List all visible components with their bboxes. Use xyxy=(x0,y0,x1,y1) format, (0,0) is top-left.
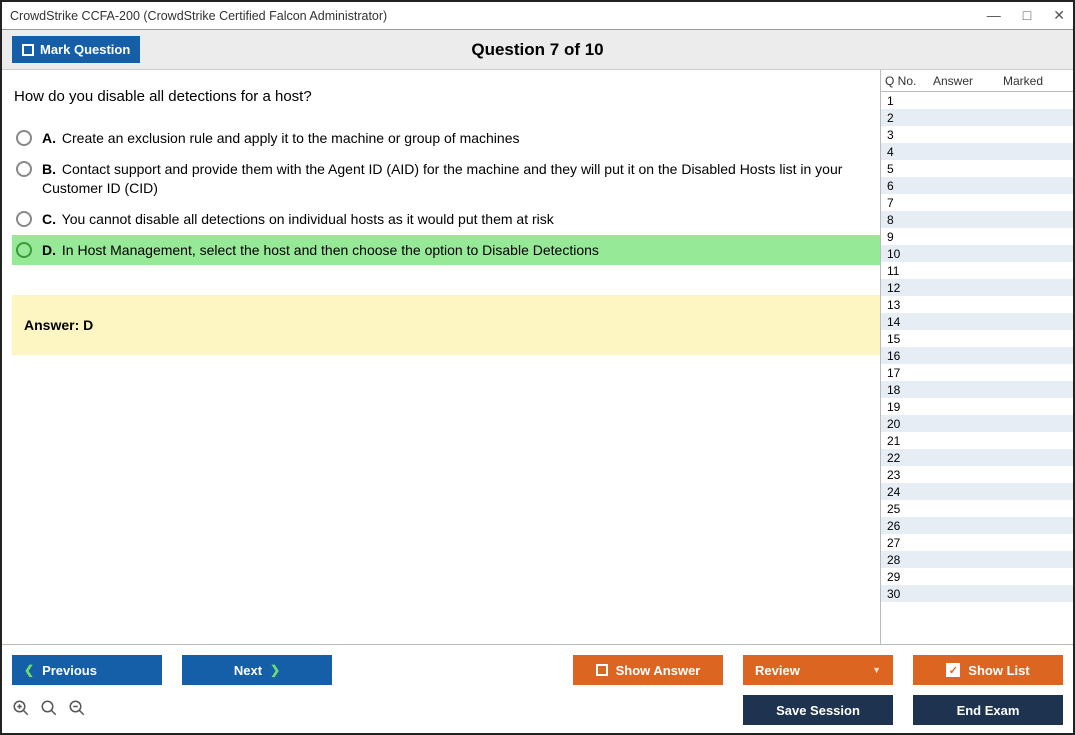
col-qno: Q No. xyxy=(885,74,933,88)
options-list: A. Create an exclusion rule and apply it… xyxy=(12,123,880,265)
list-item[interactable]: 26 xyxy=(881,517,1073,534)
option-text: A. Create an exclusion rule and apply it… xyxy=(42,129,520,148)
chevron-left-icon: ❮ xyxy=(24,663,34,677)
col-marked: Marked xyxy=(1003,74,1063,88)
list-item[interactable]: 27 xyxy=(881,534,1073,551)
option-text: B. Contact support and provide them with… xyxy=(42,160,872,198)
question-counter: Question 7 of 10 xyxy=(2,40,1073,60)
app-window: CrowdStrike CCFA-200 (CrowdStrike Certif… xyxy=(0,0,1075,735)
list-item[interactable]: 18 xyxy=(881,381,1073,398)
previous-button[interactable]: ❮ Previous xyxy=(12,655,162,685)
list-item[interactable]: 25 xyxy=(881,500,1073,517)
save-session-button[interactable]: Save Session xyxy=(743,695,893,725)
zoom-in-icon[interactable] xyxy=(12,699,30,722)
list-item[interactable]: 12 xyxy=(881,279,1073,296)
chevron-right-icon: ❯ xyxy=(270,663,280,677)
list-item[interactable]: 20 xyxy=(881,415,1073,432)
list-item[interactable]: 3 xyxy=(881,126,1073,143)
list-item[interactable]: 17 xyxy=(881,364,1073,381)
footer-row-1: ❮ Previous Next ❯ Show Answer Review ▼ ✓… xyxy=(12,655,1063,685)
end-exam-label: End Exam xyxy=(957,703,1020,718)
list-item[interactable]: 6 xyxy=(881,177,1073,194)
zoom-out-icon[interactable] xyxy=(68,699,86,722)
main-panel: How do you disable all detections for a … xyxy=(2,70,880,644)
question-text: How do you disable all detections for a … xyxy=(14,88,880,105)
question-list[interactable]: 1234567891011121314151617181920212223242… xyxy=(881,92,1073,644)
list-item[interactable]: 16 xyxy=(881,347,1073,364)
mark-question-button[interactable]: Mark Question xyxy=(12,36,140,63)
show-answer-button[interactable]: Show Answer xyxy=(573,655,723,685)
previous-label: Previous xyxy=(42,663,97,678)
list-item[interactable]: 2 xyxy=(881,109,1073,126)
checkbox-empty-icon xyxy=(596,664,608,676)
list-item[interactable]: 4 xyxy=(881,143,1073,160)
body: How do you disable all detections for a … xyxy=(2,70,1073,644)
checkbox-empty-icon xyxy=(22,44,34,56)
review-button[interactable]: Review ▼ xyxy=(743,655,893,685)
list-item[interactable]: 19 xyxy=(881,398,1073,415)
question-list-panel: Q No. Answer Marked 12345678910111213141… xyxy=(880,70,1073,644)
list-item[interactable]: 30 xyxy=(881,585,1073,602)
end-exam-button[interactable]: End Exam xyxy=(913,695,1063,725)
list-item[interactable]: 29 xyxy=(881,568,1073,585)
list-item[interactable]: 8 xyxy=(881,211,1073,228)
next-label: Next xyxy=(234,663,262,678)
footer: ❮ Previous Next ❯ Show Answer Review ▼ ✓… xyxy=(2,644,1073,733)
list-item[interactable]: 22 xyxy=(881,449,1073,466)
titlebar: CrowdStrike CCFA-200 (CrowdStrike Certif… xyxy=(2,2,1073,30)
list-item[interactable]: 9 xyxy=(881,228,1073,245)
radio-icon xyxy=(16,130,32,146)
save-session-label: Save Session xyxy=(776,703,860,718)
answer-box: Answer: D xyxy=(12,295,880,355)
zoom-controls xyxy=(12,699,86,722)
col-answer: Answer xyxy=(933,74,1003,88)
show-list-label: Show List xyxy=(968,663,1029,678)
list-item[interactable]: 10 xyxy=(881,245,1073,262)
window-controls: — □ ✕ xyxy=(987,7,1065,24)
list-item[interactable]: 21 xyxy=(881,432,1073,449)
option-d[interactable]: D. In Host Management, select the host a… xyxy=(12,235,880,266)
list-item[interactable]: 5 xyxy=(881,160,1073,177)
list-item[interactable]: 23 xyxy=(881,466,1073,483)
review-label: Review xyxy=(755,663,800,678)
option-text: D. In Host Management, select the host a… xyxy=(42,241,599,260)
radio-icon xyxy=(16,242,32,258)
caret-down-icon: ▼ xyxy=(872,665,881,675)
window-title: CrowdStrike CCFA-200 (CrowdStrike Certif… xyxy=(10,9,387,23)
mark-question-label: Mark Question xyxy=(40,42,130,57)
answer-label: Answer: D xyxy=(24,317,93,333)
zoom-reset-icon[interactable] xyxy=(40,699,58,722)
show-list-button[interactable]: ✓ Show List xyxy=(913,655,1063,685)
list-item[interactable]: 15 xyxy=(881,330,1073,347)
option-b[interactable]: B. Contact support and provide them with… xyxy=(12,154,880,204)
header-bar: Mark Question Question 7 of 10 xyxy=(2,30,1073,70)
list-item[interactable]: 14 xyxy=(881,313,1073,330)
option-a[interactable]: A. Create an exclusion rule and apply it… xyxy=(12,123,880,154)
list-item[interactable]: 13 xyxy=(881,296,1073,313)
footer-row-2: Save Session End Exam xyxy=(12,695,1063,725)
minimize-icon[interactable]: — xyxy=(987,7,1001,24)
option-text: C. You cannot disable all detections on … xyxy=(42,210,554,229)
list-item[interactable]: 24 xyxy=(881,483,1073,500)
close-icon[interactable]: ✕ xyxy=(1053,7,1065,24)
option-c[interactable]: C. You cannot disable all detections on … xyxy=(12,204,880,235)
show-answer-label: Show Answer xyxy=(616,663,701,678)
question-list-header: Q No. Answer Marked xyxy=(881,70,1073,92)
radio-icon xyxy=(16,211,32,227)
list-item[interactable]: 28 xyxy=(881,551,1073,568)
list-item[interactable]: 1 xyxy=(881,92,1073,109)
next-button[interactable]: Next ❯ xyxy=(182,655,332,685)
list-item[interactable]: 11 xyxy=(881,262,1073,279)
radio-icon xyxy=(16,161,32,177)
maximize-icon[interactable]: □ xyxy=(1023,7,1031,24)
checkbox-checked-icon: ✓ xyxy=(946,663,960,677)
list-item[interactable]: 7 xyxy=(881,194,1073,211)
